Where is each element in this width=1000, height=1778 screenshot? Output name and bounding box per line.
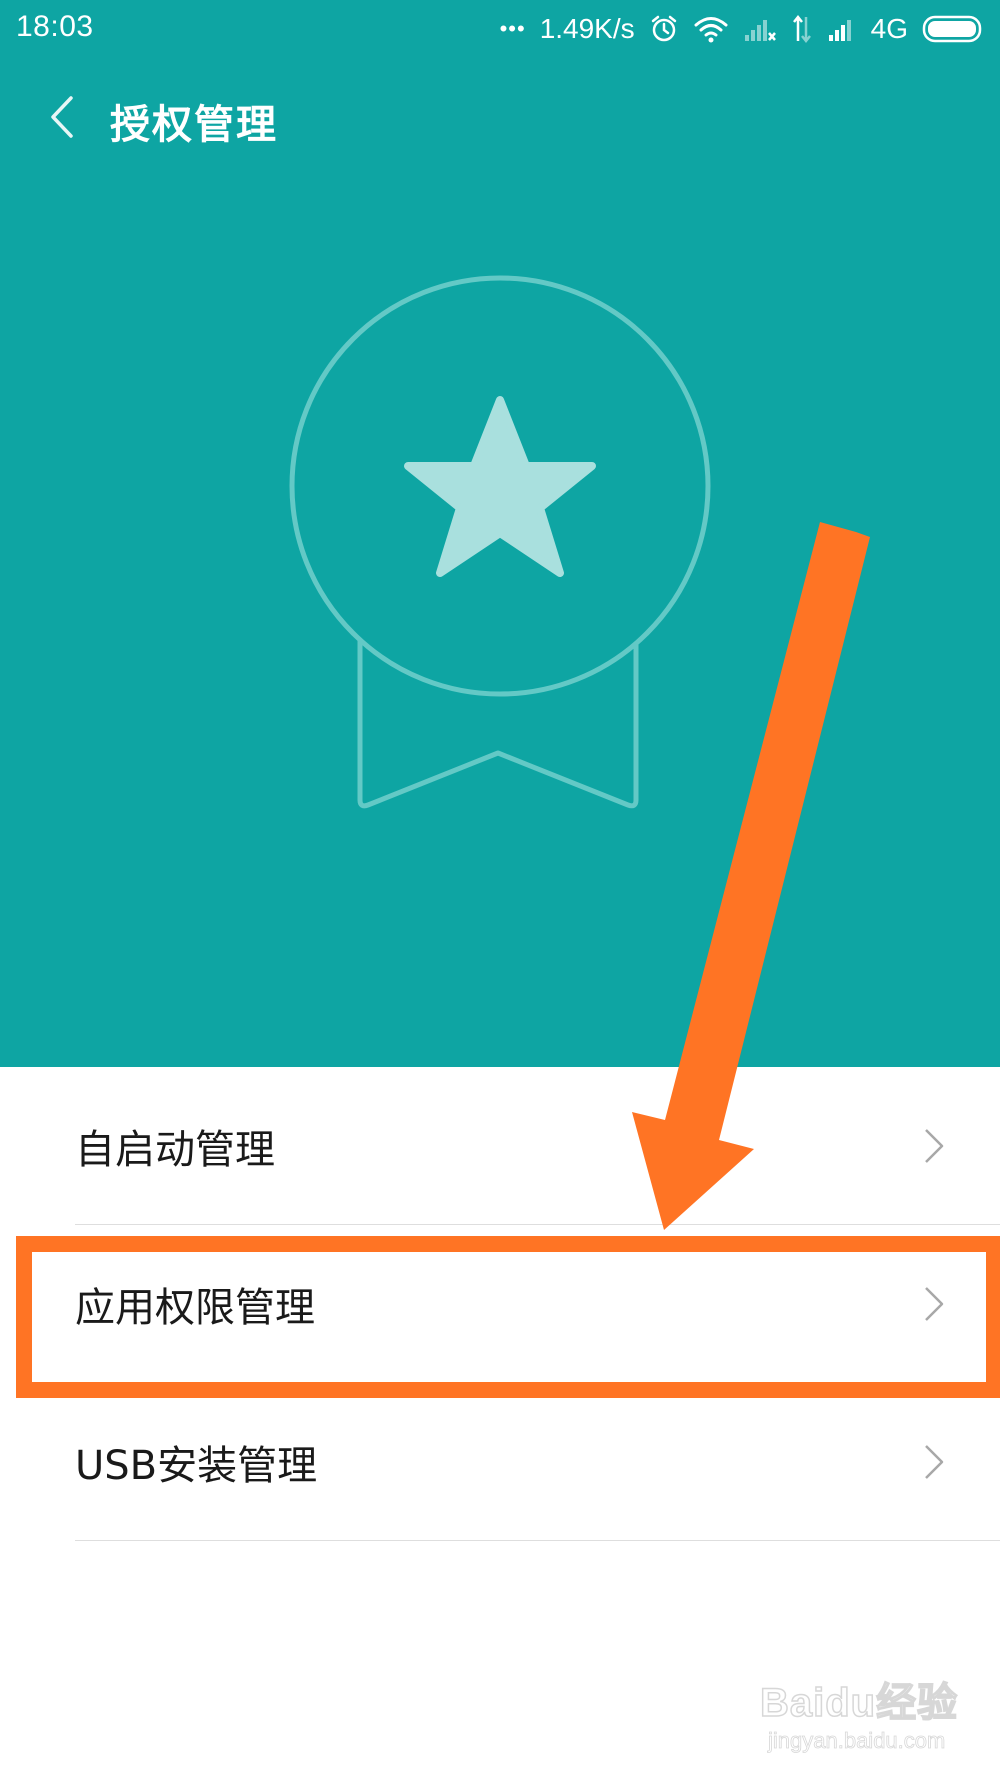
header: 18:03 ••• 1.49K/s 4G 授权管理 bbox=[0, 0, 1000, 1067]
list-item-label: 自启动管理 bbox=[75, 1127, 275, 1173]
list-item-label: USB安装管理 bbox=[75, 1443, 318, 1489]
chevron-right-icon bbox=[923, 1285, 945, 1323]
title-bar: 授权管理 bbox=[0, 78, 1000, 160]
signal-icon bbox=[827, 15, 857, 43]
back-button[interactable] bbox=[32, 86, 92, 152]
more-dots-icon: ••• bbox=[499, 16, 526, 41]
list-item-usb-install[interactable]: USB安装管理 bbox=[0, 1383, 1000, 1541]
settings-list: 自启动管理 应用权限管理 USB安装管理 bbox=[0, 1067, 1000, 1541]
screen: 18:03 ••• 1.49K/s 4G 授权管理 自启动管理 应用权限管理 U… bbox=[0, 0, 1000, 1778]
chevron-left-icon bbox=[49, 95, 75, 143]
net-speed: 1.49K/s bbox=[539, 13, 635, 44]
list-item-autostart[interactable]: 自启动管理 bbox=[0, 1067, 1000, 1225]
alarm-icon bbox=[649, 14, 679, 44]
chevron-right-icon bbox=[923, 1443, 945, 1481]
watermark-url: jingyan.baidu.com bbox=[768, 1728, 946, 1754]
status-time: 18:03 bbox=[16, 10, 94, 43]
divider bbox=[75, 1540, 1000, 1541]
award-badge-icon bbox=[282, 270, 722, 820]
watermark: Baidu经验 jingyan.baidu.com bbox=[759, 1670, 975, 1765]
data-transfer-icon bbox=[791, 14, 813, 44]
status-bar: 18:03 ••• 1.49K/s 4G bbox=[0, 0, 1000, 58]
wifi-icon bbox=[693, 14, 729, 44]
watermark-logo: Baidu经验 bbox=[759, 1680, 959, 1726]
signal-no-sim-icon bbox=[743, 15, 777, 43]
status-icons: ••• 1.49K/s 4G bbox=[500, 10, 986, 48]
battery-icon bbox=[922, 14, 986, 44]
network-type: 4G bbox=[870, 13, 908, 44]
chevron-right-icon bbox=[923, 1127, 945, 1165]
list-item-label: 应用权限管理 bbox=[75, 1285, 315, 1331]
page-title: 授权管理 bbox=[110, 102, 278, 148]
list-item-app-permissions[interactable]: 应用权限管理 bbox=[0, 1225, 1000, 1383]
